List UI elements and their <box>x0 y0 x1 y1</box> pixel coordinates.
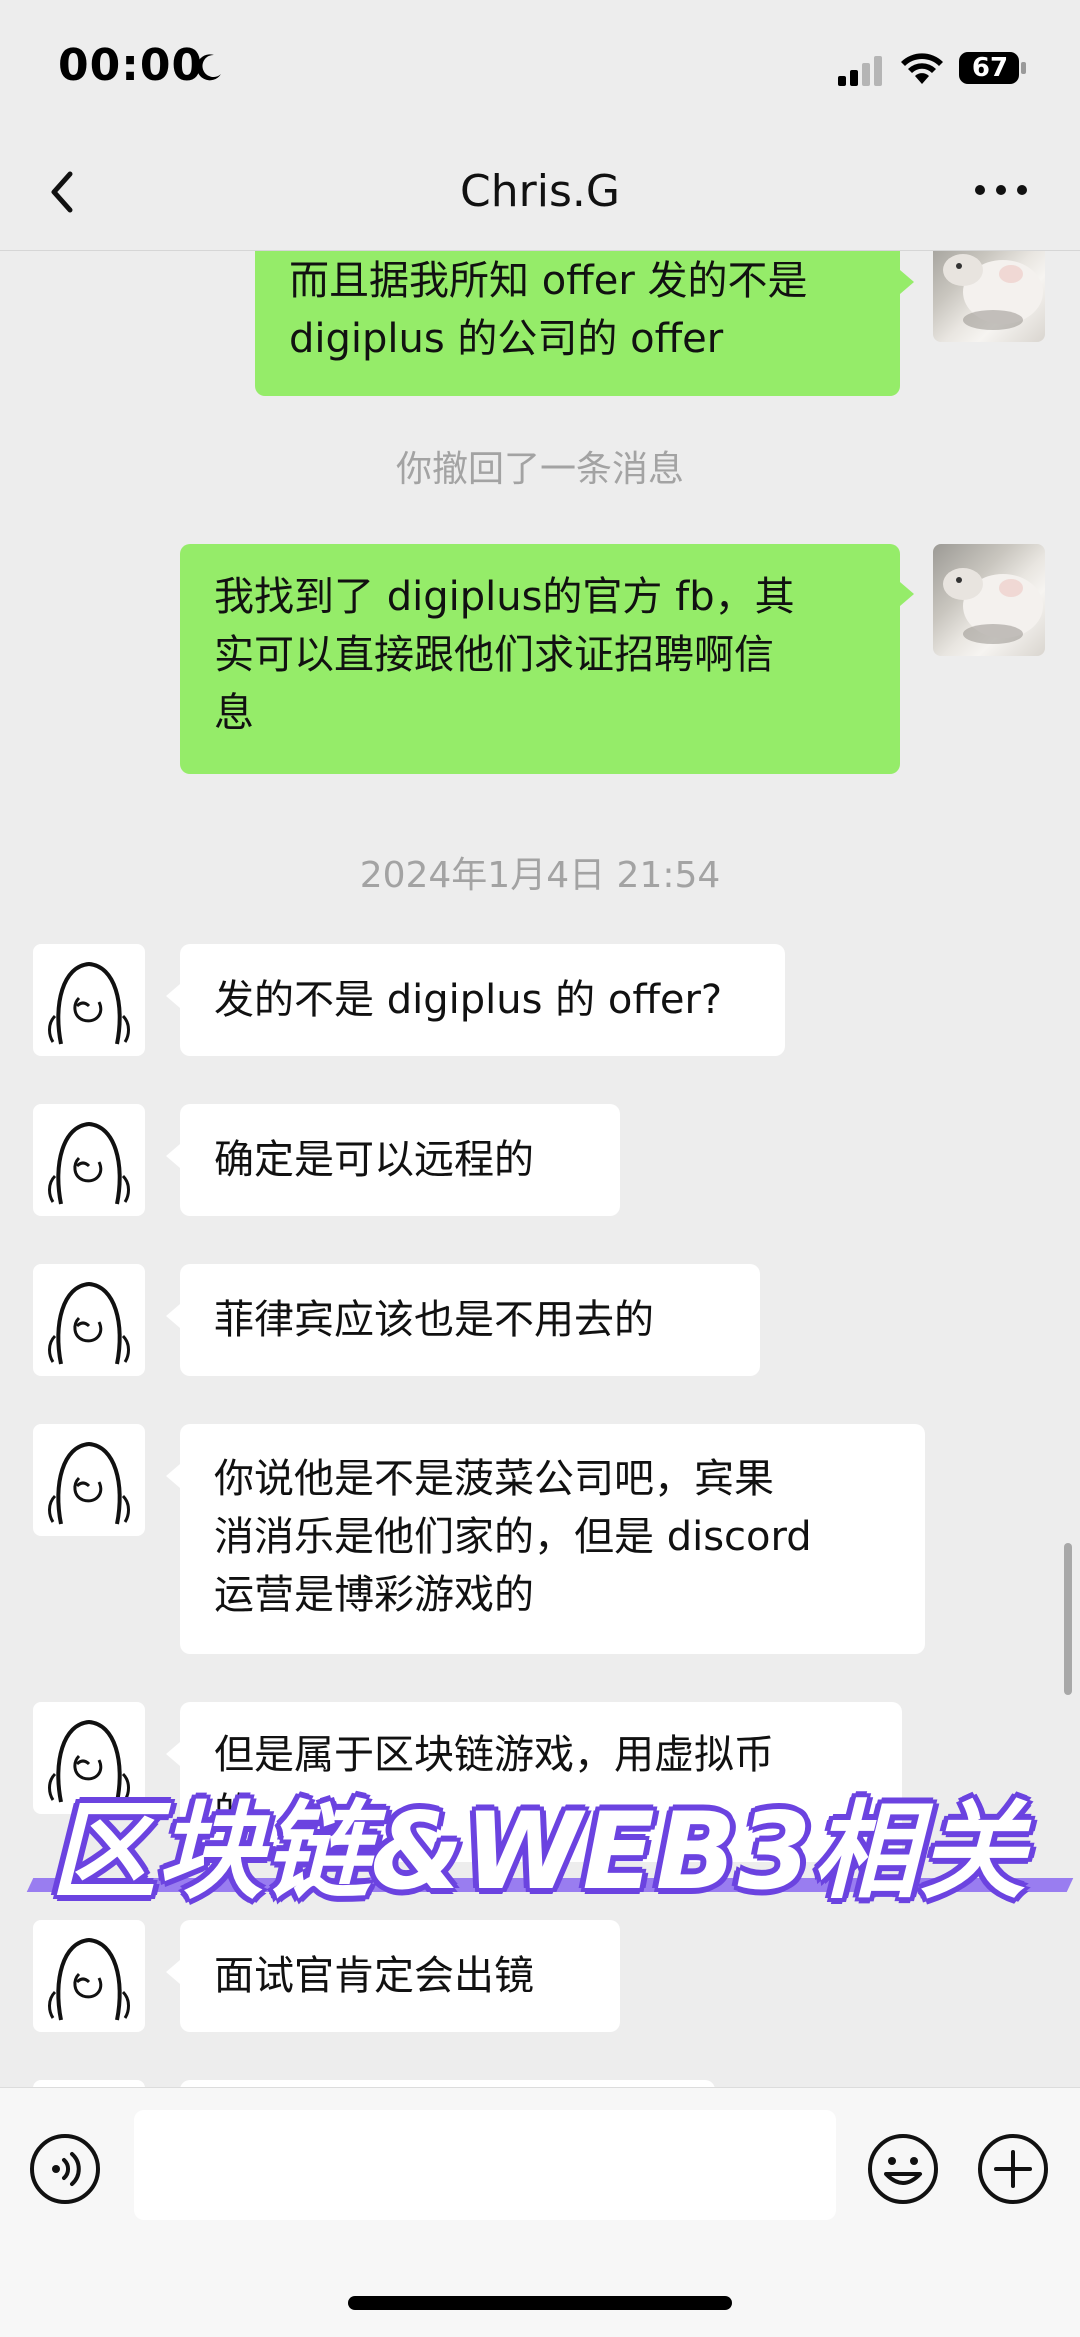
plus-icon[interactable] <box>976 2132 1050 2206</box>
ghost-doodle-icon <box>48 1937 130 2021</box>
ghost-doodle-icon <box>48 1441 130 1525</box>
contact-avatar[interactable] <box>33 2080 145 2087</box>
message-line: 菲律宾应该也是不用去的 <box>214 1297 654 1343</box>
bubble-tail <box>166 1742 180 1766</box>
contact-avatar[interactable] <box>33 1424 145 1536</box>
recall-notice: 你撤回了一条消息 <box>395 449 684 490</box>
contact-avatar[interactable] <box>33 944 145 1056</box>
contact-avatar[interactable] <box>33 1104 145 1216</box>
more-dots-icon[interactable] <box>970 170 1032 210</box>
nav-bar: Chris.G <box>0 130 1080 251</box>
ghost-doodle-icon <box>48 1121 130 1205</box>
bubble-tail <box>900 270 914 294</box>
bubble-tail <box>166 1144 180 1168</box>
message-line: 发的不是 digiplus 的 offer? <box>214 977 723 1023</box>
contact-message-bubble[interactable]: 发的不是 digiplus 的 offer? <box>180 944 785 1056</box>
message-line: 你说他是不是菠菜公司吧，宾果 <box>214 1456 774 1502</box>
bubble-tail <box>166 984 180 1008</box>
contact-message-bubble[interactable] <box>180 2080 715 2087</box>
cellular-signal-icon <box>838 56 882 86</box>
timestamp: 2024年1月4日 21:54 <box>359 855 721 896</box>
message-line: 我找到了 digiplus的官方 fb，其 <box>214 574 795 620</box>
message-line: 而且据我所知 offer 发的不是 <box>289 258 808 304</box>
my-message-bubble[interactable]: 而且据我所知 offer 发的不是 digiplus 的公司的 offer <box>255 250 900 396</box>
contact-message-bubble[interactable]: 菲律宾应该也是不用去的 <box>180 1264 760 1376</box>
battery-level: 67 <box>971 53 1009 83</box>
contact-message-bubble[interactable]: 面试官肯定会出镜 <box>180 1920 620 2032</box>
hamster-photo-icon <box>943 254 1043 330</box>
message-line: 消消乐是他们家的，但是 discord <box>214 1514 812 1560</box>
ghost-doodle-icon <box>48 1281 130 1365</box>
message-input[interactable] <box>134 2110 836 2220</box>
status-bar: 00:00 67 <box>0 0 1080 130</box>
contact-message-bubble[interactable]: 你说他是不是菠菜公司吧，宾果 消消乐是他们家的，但是 discord 运营是博彩… <box>180 1424 925 1654</box>
contact-message-bubble[interactable]: 确定是可以远程的 <box>180 1104 620 1216</box>
watermark-text: 区块链&WEB3相关 <box>50 1790 1027 1913</box>
contact-avatar[interactable] <box>33 1920 145 2032</box>
moon-icon <box>196 54 221 81</box>
bubble-tail <box>900 582 914 606</box>
ghost-doodle-icon <box>48 961 130 1045</box>
message-line: 息 <box>214 690 254 736</box>
bubble-tail <box>166 1960 180 1984</box>
message-line: 但是属于区块链游戏，用虚拟币 <box>214 1732 774 1778</box>
message-line: 面试官肯定会出镜 <box>214 1953 534 1999</box>
my-avatar[interactable] <box>933 250 1045 342</box>
emoji-icon[interactable] <box>866 2132 940 2206</box>
watermark-banner: 区块链&WEB3相关 <box>26 1790 1074 1913</box>
bubble-tail <box>166 1464 180 1488</box>
chat-title: Chris.G <box>460 166 620 217</box>
my-avatar[interactable] <box>933 544 1045 656</box>
message-line: digiplus 的公司的 offer <box>289 316 724 362</box>
battery-icon: 67 <box>958 50 1028 86</box>
my-message-bubble[interactable]: 我找到了 digiplus的官方 fb，其 实可以直接跟他们求证招聘啊信 息 <box>180 544 900 774</box>
message-line: 确定是可以远程的 <box>214 1137 534 1183</box>
contact-avatar[interactable] <box>33 1264 145 1376</box>
home-indicator[interactable] <box>348 2296 732 2310</box>
status-time: 00:00 <box>58 40 204 91</box>
voice-icon[interactable] <box>28 2132 102 2206</box>
hamster-photo-icon <box>943 568 1043 644</box>
chat-screen: 00:00 67 Chris.G 而且据我所知 offer 发的不是 digip… <box>0 0 1080 2337</box>
scrollbar[interactable] <box>1064 1543 1072 1695</box>
bubble-tail <box>166 1304 180 1328</box>
wifi-icon <box>901 53 943 84</box>
message-line: 运营是博彩游戏的 <box>214 1572 534 1618</box>
message-line: 实可以直接跟他们求证招聘啊信 <box>214 632 774 678</box>
